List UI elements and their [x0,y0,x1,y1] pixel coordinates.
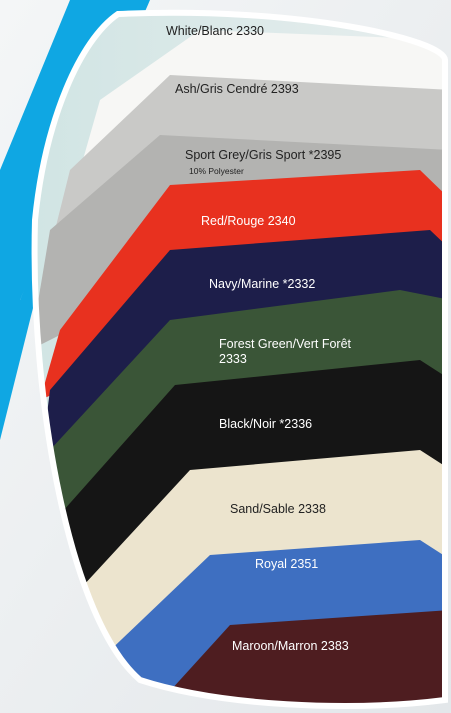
label-red: Red/Rouge 2340 [201,214,296,228]
label-royal: Royal 2351 [255,557,319,571]
label-maroon: Maroon/Marron 2383 [232,639,349,653]
label-navy: Navy/Marine *2332 [209,277,316,291]
label-ash: Ash/Gris Cendré 2393 [175,82,299,96]
label-sand: Sand/Sable 2338 [230,502,326,516]
label-white: White/Blanc 2330 [166,24,264,38]
label-forest-green: Forest Green/Vert Forêt 2333 [219,337,351,366]
label-sport-grey-note: 10% Polyester [189,166,244,176]
label-black: Black/Noir *2336 [219,417,313,431]
label-sport-grey: Sport Grey/Gris Sport *2395 [185,148,342,162]
